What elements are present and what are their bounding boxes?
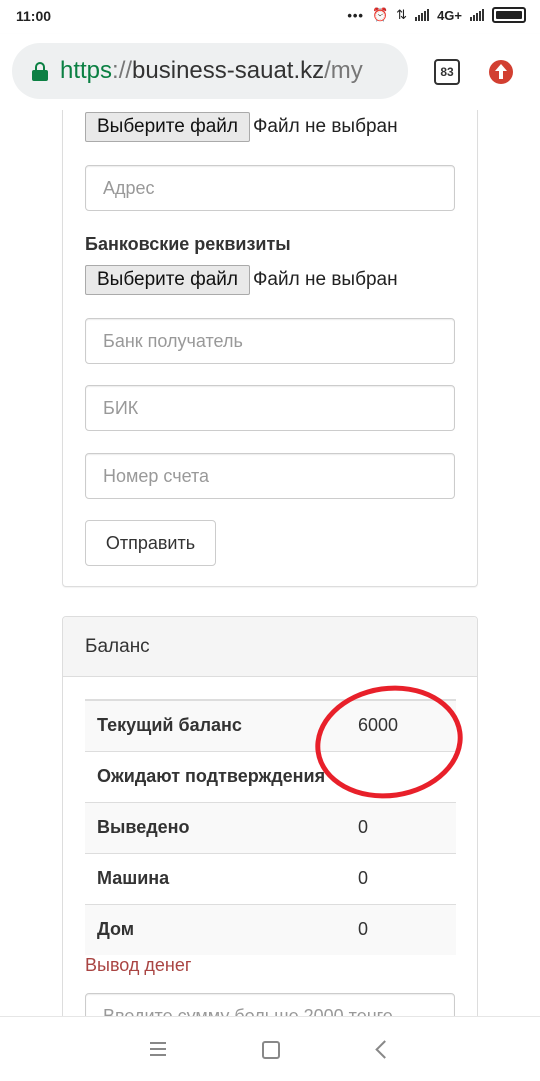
- row-label: Текущий баланс: [97, 715, 242, 735]
- notifications-more-icon: •••: [347, 7, 364, 23]
- bik-input[interactable]: БИК: [85, 385, 455, 431]
- withdraw-money-link[interactable]: Вывод денег: [85, 955, 191, 976]
- system-nav-bar: [0, 1016, 540, 1081]
- status-time: 11:00: [16, 8, 52, 24]
- url-path: /my: [324, 57, 363, 84]
- file-upload-row: Выберите файл Файл не выбран: [85, 112, 398, 142]
- row-value: 0: [358, 919, 369, 939]
- url-host: business-sauat.kz: [132, 57, 325, 84]
- account-number-input[interactable]: Номер счета: [85, 453, 455, 499]
- update-icon[interactable]: [489, 60, 513, 84]
- home-icon[interactable]: [262, 1041, 280, 1059]
- row-label: Дом: [97, 919, 135, 939]
- row-value: 0: [358, 868, 369, 888]
- page-content: Выберите файл Файл не выбран Адрес Банко…: [0, 110, 540, 1016]
- address-bar[interactable]: https://business-sauat.kz/my: [12, 43, 408, 99]
- balance-title: Баланс: [63, 617, 477, 677]
- url-separator: ://: [112, 57, 133, 84]
- choose-file-button-2[interactable]: Выберите файл: [85, 265, 250, 295]
- requisites-panel: Выберите файл Файл не выбран Адрес Банко…: [62, 110, 478, 587]
- bank-input[interactable]: Банк получатель: [85, 318, 455, 364]
- browser-toolbar: https://business-sauat.kz/my 83: [0, 34, 540, 110]
- signal-icon-2: [470, 9, 484, 21]
- lock-icon[interactable]: [32, 62, 48, 81]
- status-bar: 11:00 ••• ⏰ ⇅ 4G+: [0, 0, 540, 34]
- table-row: Выведено 0: [85, 802, 456, 853]
- menu-icon[interactable]: [150, 1042, 166, 1060]
- battery-icon: [492, 7, 526, 23]
- table-row: Дом 0: [85, 904, 456, 955]
- row-label: Ожидают подтверждения: [97, 766, 326, 786]
- bank-details-label: Банковские реквизиты: [85, 234, 291, 254]
- data-arrows-icon: ⇅: [396, 7, 408, 22]
- tab-switcher-button[interactable]: 83: [434, 59, 460, 85]
- url-scheme: https: [60, 57, 113, 84]
- file-status-2: Файл не выбран: [252, 269, 398, 290]
- back-icon[interactable]: [375, 1040, 394, 1059]
- status-icons: ••• ⏰ ⇅ 4G+: [347, 7, 526, 23]
- alarm-icon: ⏰: [371, 7, 389, 22]
- row-label: Машина: [97, 868, 170, 888]
- row-value: 0: [358, 817, 369, 837]
- signal-icon: [415, 9, 430, 21]
- balance-panel: Баланс Текущий баланс 6000 Ожидают подтв…: [62, 616, 478, 1016]
- row-label: Выведено: [97, 817, 190, 837]
- amount-input[interactable]: Введите сумму больше 2000 тенге: [85, 993, 455, 1016]
- url-text[interactable]: https://business-sauat.kz/my: [60, 57, 363, 85]
- file-status: Файл не выбран: [252, 116, 398, 137]
- choose-file-button[interactable]: Выберите файл: [85, 112, 250, 142]
- submit-button[interactable]: Отправить: [85, 520, 216, 566]
- address-input[interactable]: Адрес: [85, 165, 455, 211]
- file-upload-row-2: Выберите файл Файл не выбран: [85, 265, 398, 295]
- table-row: Машина 0: [85, 853, 456, 904]
- network-type: 4G+: [437, 7, 462, 23]
